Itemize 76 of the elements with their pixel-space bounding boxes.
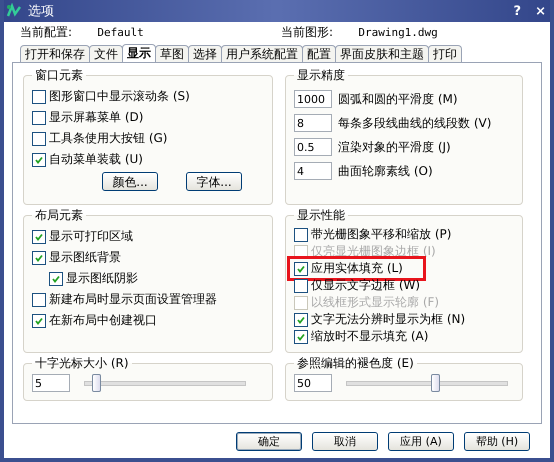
checkbox[interactable] [32, 314, 46, 328]
dialog-button[interactable]: 颜色... [102, 172, 158, 191]
checkbox[interactable] [32, 90, 46, 104]
dialog-button[interactable]: 取消 [312, 432, 378, 451]
checkbox[interactable] [32, 132, 46, 146]
checkbox-label: 工具条使用大按钮 (G) [49, 130, 168, 147]
checkbox-label: 显示屏幕菜单 (D) [49, 109, 144, 126]
window-title: 选项 [28, 3, 54, 20]
checkbox-label: 显示可打印区域 [49, 228, 133, 245]
help-button[interactable]: ? [510, 4, 526, 18]
field-label: 渲染对象的平滑度 (J) [338, 138, 451, 156]
input-field[interactable]: 4 [294, 162, 332, 180]
tab[interactable]: 打开和保存 [20, 45, 90, 62]
tab[interactable]: 文件 [89, 45, 123, 62]
app-logo-icon [6, 3, 22, 19]
field-label: 曲面轮廓素线 (O) [338, 162, 433, 180]
checkbox-label: 在新布局中创建视口 [49, 312, 157, 329]
checkbox-label: 以线框形式显示轮廓 (F) [311, 294, 440, 311]
tab[interactable]: 打印 [428, 45, 462, 62]
check-icon [34, 154, 44, 164]
group-title: 十字光标大小 (R) [34, 355, 130, 372]
input-field[interactable]: 1000 [294, 90, 332, 108]
input-field[interactable]: 50 [294, 374, 332, 392]
checkbox-label: 图形窗口中显示滚动条 (S) [49, 88, 190, 105]
dialog-button[interactable]: 确定 [236, 432, 302, 451]
group-title: 窗口元素 [34, 67, 84, 84]
tab[interactable]: 界面皮肤和主题 [335, 45, 429, 62]
checkbox[interactable] [294, 278, 308, 292]
checkbox-label: 自动菜单装载 (U) [49, 151, 143, 168]
checkbox-label: 应用实体填充 (L) [311, 260, 403, 277]
group-title: 参照编辑的褪色度 (E) [296, 355, 415, 372]
checkbox[interactable] [294, 228, 308, 242]
tab[interactable]: 显示 [122, 44, 156, 62]
drawing-value: Drawing1.dwg [358, 26, 439, 38]
checkbox[interactable] [32, 110, 46, 124]
field-label: 每条多段线曲线的线段数 (V) [338, 114, 492, 132]
slider-thumb[interactable] [92, 374, 102, 392]
tab[interactable]: 选择 [188, 45, 222, 62]
check-icon [296, 264, 306, 274]
checkbox[interactable] [32, 250, 46, 264]
input-field[interactable]: 0.5 [294, 138, 332, 156]
checkbox-label: 显示图纸背景 [49, 249, 121, 266]
checkbox[interactable] [294, 262, 308, 276]
checkbox-label: 仅显示文字边框 (W) [311, 277, 420, 294]
checkbox-label: 带光栅图象平移和缩放 (P) [311, 226, 452, 243]
checkbox-label: 新建布局时显示页面设置管理器 [49, 291, 217, 308]
group-title: 布局元素 [34, 207, 84, 224]
dialog-button[interactable]: 字体... [186, 172, 242, 191]
field-label: 圆弧和圆的平滑度 (M) [338, 90, 458, 108]
checkbox[interactable] [32, 292, 46, 306]
checkbox-label: 显示图纸阴影 [66, 270, 138, 287]
checkbox[interactable] [294, 330, 308, 344]
profile-label: 当前配置: [20, 24, 74, 40]
checkbox[interactable] [49, 272, 63, 286]
group-title: 显示精度 [296, 67, 346, 84]
checkbox-label: 缩放时不显示填充 (A) [311, 328, 428, 345]
check-icon [51, 274, 61, 284]
input-field[interactable]: 8 [294, 114, 332, 132]
tab[interactable]: 用户系统配置 [221, 45, 303, 62]
tab[interactable]: 配置 [302, 45, 336, 62]
check-icon [34, 252, 44, 262]
input-field[interactable]: 5 [32, 374, 70, 392]
checkbox[interactable] [294, 312, 308, 326]
checkbox[interactable] [32, 152, 46, 166]
check-icon [34, 232, 44, 242]
dialog-button[interactable]: 应用 (A) [388, 432, 454, 451]
tab[interactable]: 草图 [155, 45, 189, 62]
checkbox-label: 文字无法分辨时显示为框 (N) [311, 311, 466, 328]
checkbox[interactable] [32, 230, 46, 244]
slider-thumb[interactable] [431, 374, 440, 392]
close-button[interactable]: × [531, 4, 550, 18]
drawing-label: 当前图形: [281, 24, 334, 40]
dialog-button[interactable]: 帮助 (H) [464, 432, 530, 451]
check-icon [34, 316, 44, 326]
profile-value: Default [97, 26, 145, 38]
group-title: 显示性能 [296, 207, 346, 224]
